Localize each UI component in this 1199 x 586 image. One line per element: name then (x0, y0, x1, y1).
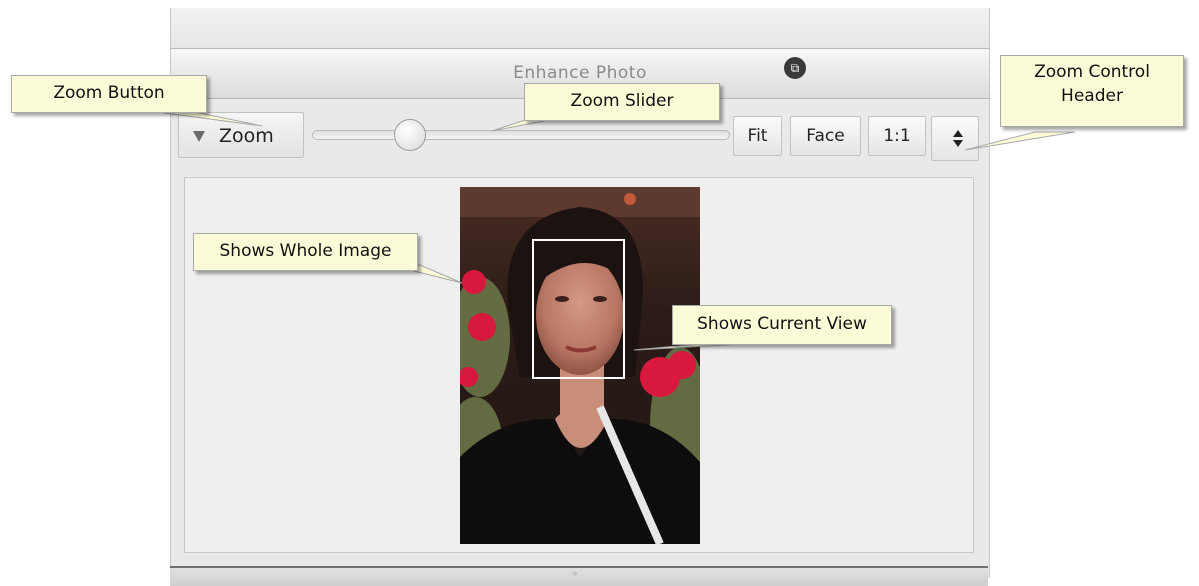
zoom-slider-callout: Zoom Slider (524, 83, 720, 121)
zoom-button-callout: Zoom Button (11, 75, 207, 113)
callout-text: Zoom Slider (570, 91, 674, 111)
zoom-control-header-callout: Zoom Control Header (1000, 55, 1184, 127)
callout-text: Shows Whole Image (219, 241, 392, 261)
shows-current-view-callout: Shows Current View (672, 305, 892, 345)
zoom-button-pointer (149, 110, 263, 127)
callout-text: Zoom Button (53, 83, 165, 103)
zoom-control-header-pointer (964, 131, 1076, 151)
callout-text: Shows Current View (697, 314, 867, 334)
callout-text: Zoom Control Header (1034, 62, 1150, 106)
shows-whole-image-callout: Shows Whole Image (193, 233, 418, 271)
